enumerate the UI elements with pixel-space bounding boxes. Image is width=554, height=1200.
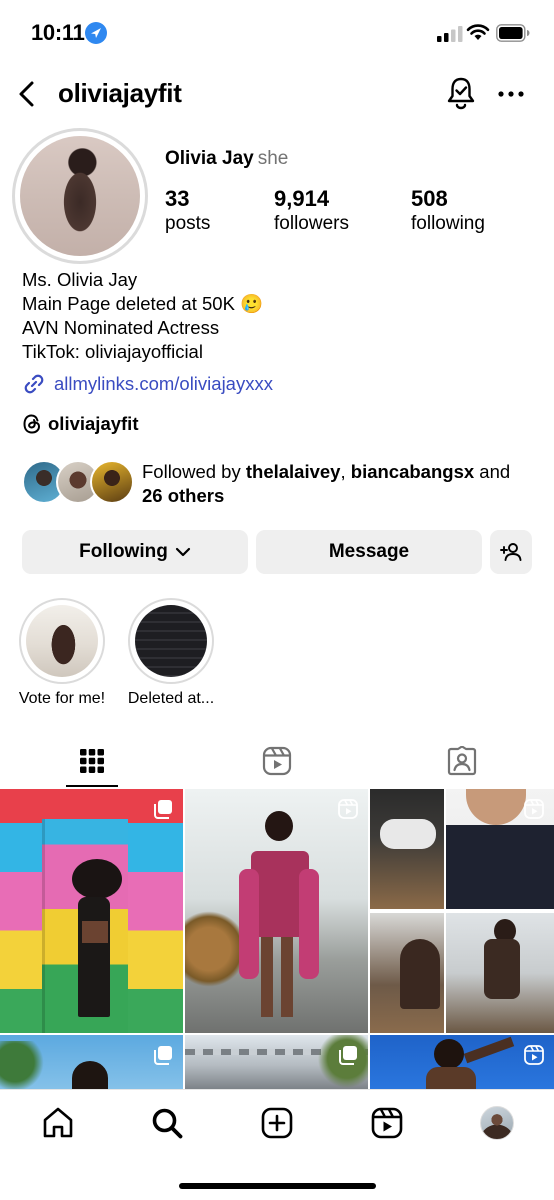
post-thumbnail[interactable] <box>370 789 554 1033</box>
profile-username: oliviajayfit <box>58 78 182 108</box>
highlight-ring <box>19 598 105 684</box>
pronouns: she <box>257 148 289 169</box>
link-icon <box>24 374 44 394</box>
followed-by-separator: , <box>340 461 351 482</box>
bio-line: Ms. Olivia Jay <box>22 269 138 290</box>
posts-label: posts <box>165 213 211 234</box>
more-options-icon[interactable] <box>497 82 525 106</box>
reels-nav-icon[interactable] <box>370 1106 404 1140</box>
tab-reels[interactable] <box>185 734 369 788</box>
profile-header: oliviajayfit <box>0 70 554 120</box>
followed-by-text: Followed by thelalaivey, biancabangsx an… <box>142 460 542 508</box>
mutual-others-count: 26 others <box>142 485 225 506</box>
carousel-icon <box>154 1046 172 1065</box>
profile-bio: Ms. Olivia Jay Main Page deleted at 50K … <box>22 268 263 364</box>
threads-badge[interactable]: oliviajayfit <box>22 411 138 437</box>
profile-avatar[interactable] <box>12 128 148 264</box>
mutual-followers[interactable]: Followed by thelalaivey, biancabangsx an… <box>22 460 542 508</box>
battery-icon <box>496 24 530 42</box>
tab-tagged[interactable] <box>370 734 554 788</box>
bio-line: AVN Nominated Actress <box>22 317 220 338</box>
display-name-text: Olivia Jay <box>165 148 254 169</box>
carousel-icon <box>339 1046 357 1065</box>
followed-by-and: and <box>474 461 511 482</box>
cellular-signal-icon <box>437 26 463 42</box>
mutual-avatar <box>90 460 134 504</box>
post-thumbnail[interactable] <box>185 1035 368 1089</box>
bio-link-text[interactable]: allmylinks.com/oliviajayxxx <box>54 373 273 395</box>
add-person-icon <box>500 543 522 561</box>
location-arrow-icon <box>85 22 107 44</box>
followers-label: followers <box>274 213 349 234</box>
followers-count: 9,914 <box>274 186 330 211</box>
home-indicator <box>179 1183 376 1189</box>
following-count: 508 <box>411 186 448 211</box>
highlight-cover <box>135 605 207 677</box>
post-thumbnail[interactable] <box>0 1035 183 1089</box>
status-time: 10:11 <box>31 20 85 45</box>
mutual-user-2: biancabangsx <box>350 461 475 482</box>
threads-handle: oliviajayfit <box>48 413 139 434</box>
status-bar: 10:11 <box>0 0 554 66</box>
display-name: Olivia Jay she <box>165 148 288 170</box>
post-thumbnail[interactable] <box>185 789 368 1033</box>
reel-icon <box>524 1045 544 1065</box>
back-arrow-icon[interactable] <box>14 78 42 110</box>
profile-photo <box>20 136 140 256</box>
highlight-cover <box>26 605 98 677</box>
suggested-users-button[interactable] <box>490 530 532 574</box>
reels-icon <box>262 746 292 776</box>
post-thumbnail[interactable] <box>0 789 183 1033</box>
grid-icon <box>80 749 104 773</box>
message-button-label: Message <box>328 541 410 562</box>
followed-by-prefix: Followed by <box>142 461 246 482</box>
search-icon[interactable] <box>150 1106 184 1140</box>
following-button-label: Following <box>79 541 168 562</box>
bio-link[interactable]: allmylinks.com/oliviajayxxx <box>22 371 273 397</box>
carousel-icon <box>154 800 172 819</box>
active-tab-indicator <box>66 785 118 787</box>
bio-line: Main Page deleted at 50K 🥲 <box>22 293 264 314</box>
posts-stat: 33 posts <box>165 186 210 236</box>
post-thumbnail[interactable] <box>370 1035 554 1089</box>
following-button[interactable]: Following <box>22 530 248 574</box>
highlight-vote-for-me[interactable]: Vote for me! <box>17 598 107 708</box>
posts-count: 33 <box>165 186 190 211</box>
chevron-down-icon <box>175 547 190 557</box>
following-stat[interactable]: 508 following <box>411 186 485 236</box>
highlight-ring <box>128 598 214 684</box>
profile-tabs <box>0 734 554 788</box>
home-icon[interactable] <box>41 1106 75 1140</box>
highlight-label: Deleted at... <box>127 690 215 707</box>
tagged-icon <box>447 746 477 776</box>
create-post-icon[interactable] <box>260 1106 294 1140</box>
posts-grid <box>0 789 554 1089</box>
tab-posts[interactable] <box>0 734 184 788</box>
bio-line: TikTok: oliviajayofficial <box>22 341 203 362</box>
mutual-user-1: thelalaivey <box>245 461 341 482</box>
reel-icon <box>524 799 544 819</box>
followers-stat[interactable]: 9,914 followers <box>274 186 349 236</box>
wifi-icon <box>466 24 490 40</box>
notification-bell-icon[interactable] <box>445 76 477 110</box>
following-label: following <box>411 213 485 234</box>
profile-avatar-nav[interactable] <box>480 1106 514 1140</box>
highlight-label: Vote for me! <box>18 690 106 707</box>
threads-icon <box>23 414 41 434</box>
message-button[interactable]: Message <box>256 530 482 574</box>
highlight-deleted[interactable]: Deleted at... <box>126 598 216 708</box>
reel-icon <box>338 799 358 819</box>
